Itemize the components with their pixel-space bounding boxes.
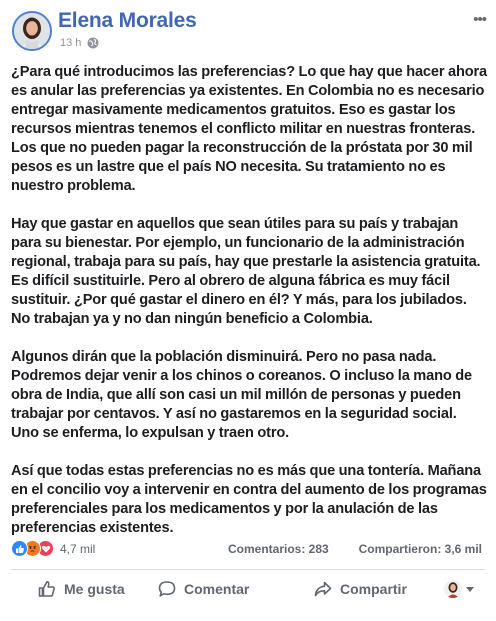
share-icon xyxy=(314,581,332,597)
comments-count[interactable]: Comentarios: 283 xyxy=(228,542,329,556)
like-label: Me gusta xyxy=(64,581,125,597)
post-stats: 4,7 mil Comentarios: 283 Compartieron: 3… xyxy=(0,538,496,560)
share-label: Compartir xyxy=(340,581,407,597)
post-time[interactable]: 13 h xyxy=(60,37,81,49)
globe-icon xyxy=(87,37,99,49)
shares-count[interactable]: Compartieron: 3,6 mil xyxy=(359,542,482,556)
reactions-summary[interactable]: 4,7 mil xyxy=(11,540,95,557)
action-bar: Me gusta Comentar Compartir xyxy=(0,572,496,612)
author-name[interactable]: Elena Morales xyxy=(58,9,197,33)
user-avatar xyxy=(444,580,462,598)
post-paragraph: Así que todas estas preferencias no es m… xyxy=(11,463,487,536)
more-horizontal-icon[interactable]: ••• xyxy=(473,11,487,28)
like-reaction-icon xyxy=(11,540,28,557)
comment-label: Comentar xyxy=(184,581,250,597)
post-paragraph: Hay que gastar en aquellos que sean útil… xyxy=(11,216,481,327)
post-body: ¿Para qué introducimos las preferencias?… xyxy=(11,63,487,557)
thumbs-up-icon xyxy=(38,581,55,597)
comment-button[interactable]: Comentar xyxy=(158,580,249,598)
like-button[interactable]: Me gusta xyxy=(38,580,125,598)
divider xyxy=(11,569,485,570)
comment-icon xyxy=(158,581,176,597)
post-header: Elena Morales 13 h ••• xyxy=(0,0,496,58)
post-as-selector[interactable] xyxy=(444,580,474,598)
chevron-down-icon xyxy=(466,586,474,592)
post-paragraph: ¿Para qué introducimos las preferencias?… xyxy=(11,64,487,194)
post-paragraph: Algunos dirán que la población disminuir… xyxy=(11,349,472,441)
author-avatar[interactable] xyxy=(12,11,52,51)
facebook-post: Elena Morales 13 h ••• ¿Para qué introdu… xyxy=(0,0,496,621)
post-meta: 13 h xyxy=(60,37,99,49)
reactions-count: 4,7 mil xyxy=(60,541,96,556)
share-button[interactable]: Compartir xyxy=(314,580,407,598)
